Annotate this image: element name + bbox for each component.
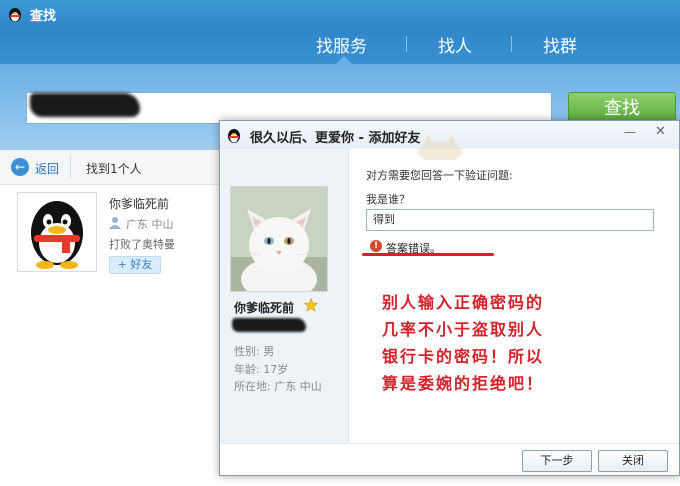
back-link[interactable]: 返回 [35,160,59,177]
profile-photo [230,186,328,292]
result-location: 广东 中山 [126,218,174,231]
back-arrow-icon[interactable]: ← [11,158,29,176]
add-friend-button[interactable]: + 好友 [109,256,161,274]
annotation-line: 银行卡的密码！所以 [382,347,545,366]
result-count: 找到1个人 [86,162,142,176]
profile-age: 年龄: 17岁 [234,363,289,376]
profile-gender: 性别: 男 [234,345,275,358]
redaction-scribble [30,93,140,117]
person-icon [109,217,121,229]
nav-divider [511,36,512,52]
red-annotation-text: 别人输入正确密码的 几率不小于盗取别人 银行卡的密码！所以 算是委婉的拒绝吧！ [382,289,622,397]
annotation-line: 算是委婉的拒绝吧！ [382,374,545,393]
annotation-line: 别人输入正确密码的 [382,293,545,312]
red-underline-annotation [362,253,494,256]
window-title: 查找 [30,9,57,24]
tab-find-service[interactable]: 找服务 [316,32,367,57]
window-titlebar [0,0,680,28]
answer-input[interactable]: 得到 [366,209,654,231]
close-icon[interactable]: ✕ [655,124,669,139]
annotation-line: 几率不小于盗取别人 [382,320,545,339]
active-tab-pointer [336,56,352,64]
white-cat-photo [231,187,327,291]
dialog-footer-divider [220,443,679,444]
profile-location: 所在地: 广东 中山 [234,380,322,393]
result-name[interactable]: 你爹临死前 [109,195,169,212]
nav-divider [406,36,407,52]
profile-name: 你爹临死前 [234,301,295,315]
error-icon: ! [370,240,382,252]
tab-find-group[interactable]: 找群 [543,32,577,57]
qq-penguin-icon [228,129,240,143]
verification-question: 我是谁？ [366,193,410,206]
tab-find-people[interactable]: 找人 [438,32,472,57]
decorative-cat-icon [418,134,462,160]
star-icon [304,298,318,312]
qq-penguin-avatar-icon [31,201,83,269]
dialog-title: 很久以后、更爱你 - 添加好友 [250,131,421,146]
question-intro: 对方需要您回答一下验证问题: [366,169,513,182]
next-step-button[interactable]: 下一步 [522,450,592,472]
redaction-scribble [232,318,306,332]
avatar[interactable] [17,192,97,272]
close-dialog-button[interactable]: 关闭 [598,450,668,472]
result-divider [70,156,71,178]
result-signature: 打败了奥特曼 [109,238,175,251]
qq-penguin-icon [9,8,21,22]
minimize-icon[interactable]: — [624,125,638,139]
